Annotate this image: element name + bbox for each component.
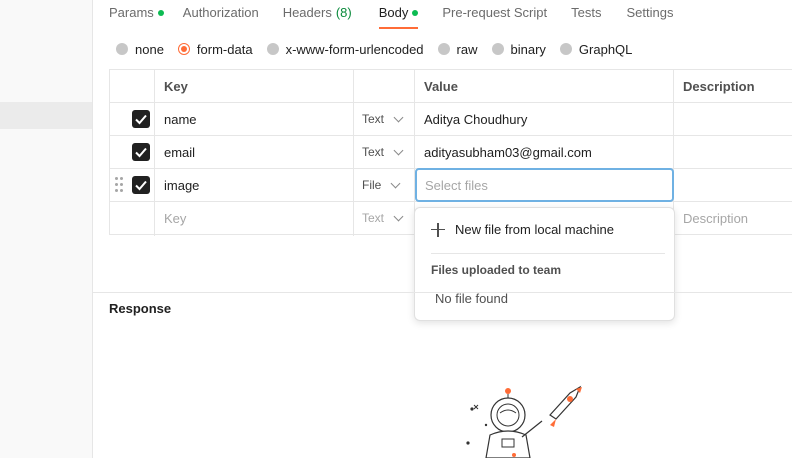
tab-authorization[interactable]: Authorization bbox=[183, 0, 259, 26]
tab-headers-label: Headers bbox=[282, 5, 332, 20]
row-key[interactable]: email bbox=[164, 136, 195, 168]
radio-x-www-form-urlencoded[interactable]: x-www-form-urlencoded bbox=[266, 41, 424, 57]
params-status-dot-icon bbox=[157, 10, 164, 16]
table-header-row: Key Value Description bbox=[110, 70, 792, 103]
tab-body-label: Body bbox=[378, 5, 409, 20]
tab-body[interactable]: Body bbox=[378, 0, 419, 29]
drag-handle-icon[interactable] bbox=[115, 177, 124, 193]
tab-params-label: Params bbox=[109, 5, 154, 20]
radio-binary[interactable]: binary bbox=[491, 41, 546, 57]
row-type-select[interactable]: Text bbox=[362, 136, 404, 168]
radio-graphql-label: GraphQL bbox=[578, 41, 633, 57]
tab-pre-request-script[interactable]: Pre-request Script bbox=[442, 0, 547, 26]
radio-raw-label: raw bbox=[456, 41, 478, 57]
tab-settings[interactable]: Settings bbox=[626, 0, 673, 26]
file-select-dropdown: New file from local machine Files upload… bbox=[414, 207, 675, 321]
row-type-label: File bbox=[362, 178, 382, 192]
select-files-placeholder: Select files bbox=[425, 177, 488, 193]
sidebar-selected-item[interactable] bbox=[0, 102, 92, 129]
radio-binary-icon bbox=[491, 43, 504, 55]
radio-form-data[interactable]: form-data bbox=[177, 41, 253, 57]
row-type-label: Text bbox=[362, 112, 385, 126]
radio-none-icon bbox=[116, 43, 128, 55]
files-uploaded-heading: Files uploaded to team bbox=[431, 263, 562, 277]
new-file-from-local-button[interactable]: New file from local machine bbox=[431, 222, 614, 237]
tab-authorization-label: Authorization bbox=[182, 5, 259, 20]
sidebar bbox=[0, 0, 93, 458]
divider bbox=[93, 292, 792, 293]
tab-tests[interactable]: Tests bbox=[571, 0, 601, 26]
chevron-down-icon bbox=[393, 145, 404, 155]
column-header-value: Value bbox=[424, 78, 458, 94]
new-file-label: New file from local machine bbox=[455, 222, 614, 237]
row-enabled-checkbox[interactable] bbox=[132, 176, 150, 194]
radio-binary-label: binary bbox=[510, 41, 546, 57]
response-title: Response bbox=[109, 301, 172, 316]
radio-graphql-icon bbox=[559, 43, 572, 55]
radio-none-label: none bbox=[135, 41, 164, 57]
divider bbox=[431, 253, 665, 254]
tab-pre-request-script-label: Pre-request Script bbox=[442, 5, 548, 20]
chevron-down-icon bbox=[393, 211, 404, 221]
row-key[interactable]: name bbox=[164, 103, 197, 135]
new-description-input[interactable]: Description bbox=[683, 202, 748, 234]
radio-raw[interactable]: raw bbox=[437, 41, 478, 57]
new-type-label: Text bbox=[362, 211, 385, 225]
radio-none[interactable]: none bbox=[116, 42, 164, 57]
body-type-radios: none form-data x-www-form-urlencoded raw… bbox=[116, 40, 646, 58]
tab-headers[interactable]: Headers (8) bbox=[283, 0, 352, 26]
plus-icon bbox=[431, 222, 445, 237]
checkmark-icon bbox=[135, 147, 147, 158]
checkmark-icon bbox=[135, 180, 147, 191]
radio-form-data-icon bbox=[177, 43, 190, 55]
tab-settings-label: Settings bbox=[626, 5, 674, 20]
row-enabled-checkbox[interactable] bbox=[132, 110, 150, 128]
tab-tests-label: Tests bbox=[571, 5, 602, 20]
new-type-select[interactable]: Text bbox=[362, 202, 404, 234]
radio-graphql[interactable]: GraphQL bbox=[559, 41, 633, 57]
app-root: Params Authorization Headers (8) Body Pr… bbox=[0, 0, 792, 458]
row-value[interactable]: adityasubham03@gmail.com bbox=[424, 136, 592, 168]
headers-count-badge: (8) bbox=[335, 5, 352, 20]
table-row: email Text adityasubham03@gmail.com bbox=[110, 136, 792, 169]
radio-form-data-label: form-data bbox=[196, 41, 253, 57]
chevron-down-icon bbox=[393, 112, 404, 122]
body-status-dot-icon bbox=[412, 10, 419, 16]
radio-urlencoded-icon bbox=[266, 43, 279, 55]
no-file-found-text: No file found bbox=[435, 291, 508, 306]
row-type-select[interactable]: File bbox=[362, 169, 401, 201]
new-key-input[interactable]: Key bbox=[164, 202, 186, 234]
astronaut-rocket-illustration-icon bbox=[466, 385, 582, 458]
checkmark-icon bbox=[135, 114, 147, 125]
chevron-down-icon bbox=[390, 178, 401, 188]
row-enabled-checkbox[interactable] bbox=[132, 143, 150, 161]
row-type-select[interactable]: Text bbox=[362, 103, 404, 135]
row-key[interactable]: image bbox=[164, 169, 199, 201]
column-header-key: Key bbox=[164, 78, 188, 94]
radio-urlencoded-label: x-www-form-urlencoded bbox=[285, 41, 424, 57]
row-value[interactable]: Aditya Choudhury bbox=[424, 103, 527, 135]
column-header-description: Description bbox=[683, 78, 755, 94]
tab-params[interactable]: Params bbox=[109, 0, 164, 26]
table-row: name Text Aditya Choudhury bbox=[110, 103, 792, 136]
request-tabs: Params Authorization Headers (8) Body Pr… bbox=[109, 0, 697, 29]
radio-raw-icon bbox=[437, 43, 450, 55]
select-files-input[interactable]: Select files bbox=[415, 168, 674, 202]
row-type-label: Text bbox=[362, 145, 385, 159]
